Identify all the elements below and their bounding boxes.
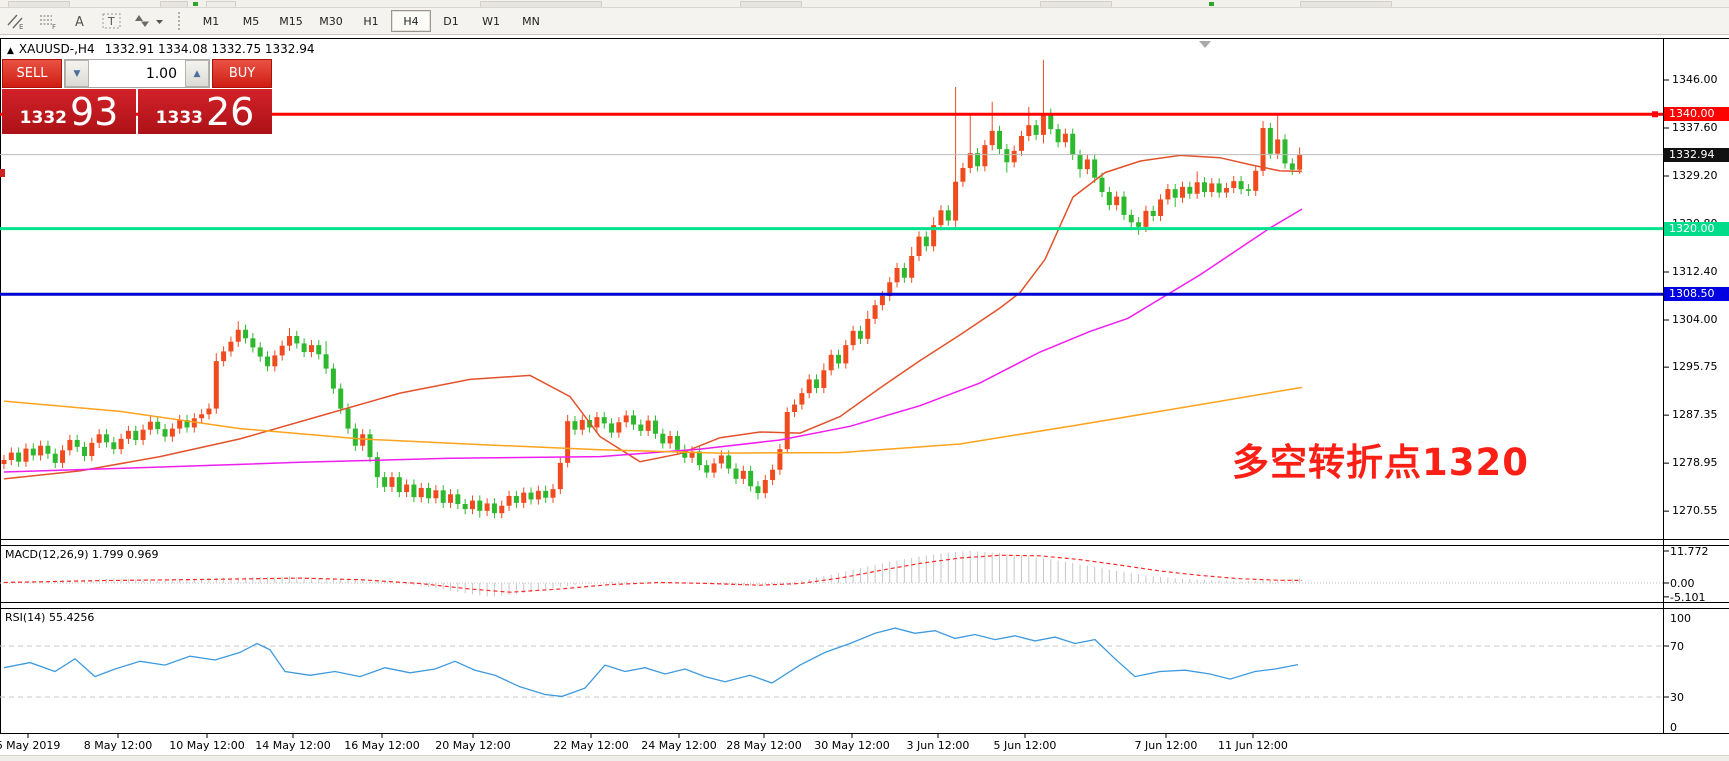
equidistant-channel-button[interactable]: E bbox=[1, 10, 31, 32]
drawing-toolbar: E F A T bbox=[0, 8, 1729, 35]
rsi-axis-label: 100 bbox=[1670, 612, 1691, 625]
svg-text:A: A bbox=[75, 15, 84, 30]
ask-quote[interactable]: 1333 26 bbox=[138, 89, 272, 134]
fibonacci-icon: F bbox=[38, 12, 58, 30]
mt4-window: E F A T bbox=[0, 0, 1729, 761]
ohlc-values: 1332.91 1334.08 1332.75 1332.94 bbox=[105, 42, 315, 56]
timeframe-button-h1[interactable]: H1 bbox=[351, 10, 391, 32]
date-label: 16 May 12:00 bbox=[337, 739, 427, 752]
date-label: 10 May 12:00 bbox=[162, 739, 252, 752]
sell-button[interactable]: SELL bbox=[2, 59, 62, 88]
clipped-button bbox=[160, 1, 188, 7]
ask-price-big: 26 bbox=[206, 93, 254, 131]
date-label: 20 May 12:00 bbox=[428, 739, 518, 752]
date-label: 8 May 12:00 bbox=[73, 739, 163, 752]
timeframe-button-h4[interactable]: H4 bbox=[391, 10, 431, 32]
date-label: 14 May 12:00 bbox=[248, 739, 338, 752]
chart-annotation-text: 多空转折点1320 bbox=[1232, 432, 1529, 486]
price-line-label: 1308.50 bbox=[1664, 287, 1729, 301]
volume-field[interactable]: 1.00 bbox=[89, 60, 185, 87]
price-tick-label: 1312.40 bbox=[1672, 265, 1718, 278]
timeframe-button-m15[interactable]: M15 bbox=[271, 10, 311, 32]
macd-axis-label: 11.772 bbox=[1670, 545, 1709, 558]
svg-text:F: F bbox=[52, 23, 56, 30]
ask-price-small: 1333 bbox=[156, 110, 203, 131]
price-line-label: 1340.00 bbox=[1664, 107, 1729, 121]
date-label: 5 Jun 12:00 bbox=[980, 739, 1070, 752]
clipped-toolbar-strip bbox=[0, 0, 1729, 8]
timeframe-button-m5[interactable]: M5 bbox=[231, 10, 271, 32]
date-label: 24 May 12:00 bbox=[634, 739, 724, 752]
text-label-icon: T bbox=[101, 12, 123, 30]
clipped-button bbox=[8, 1, 70, 7]
price-tick-label: 1329.20 bbox=[1672, 169, 1718, 182]
symbol-period-label: XAUUSD-,H4 bbox=[19, 42, 95, 56]
window-bottom-edge bbox=[0, 755, 1729, 761]
clipped-field bbox=[1300, 1, 1392, 7]
volume-decrease-button[interactable]: ▼ bbox=[65, 60, 89, 87]
price-line-label: 1320.00 bbox=[1664, 222, 1729, 236]
date-label: 22 May 12:00 bbox=[546, 739, 636, 752]
price-tick-label: 1304.00 bbox=[1672, 313, 1718, 326]
price-tick-label: 1270.55 bbox=[1672, 504, 1718, 517]
collapse-icon[interactable]: ▲ bbox=[7, 46, 14, 56]
date-label: 11 Jun 12:00 bbox=[1208, 739, 1298, 752]
volume-stepper: ▼ 1.00 ▲ bbox=[64, 59, 210, 88]
price-tick-label: 1278.95 bbox=[1672, 456, 1718, 469]
svg-text:T: T bbox=[107, 15, 115, 28]
clipped-button bbox=[206, 1, 236, 7]
timeframe-bar: M1M5M15M30H1H4D1W1MN bbox=[191, 10, 551, 32]
bid-quote[interactable]: 1332 93 bbox=[2, 89, 136, 134]
macd-axis-label: 0.00 bbox=[1670, 577, 1695, 590]
fibonacci-button[interactable]: F bbox=[33, 10, 63, 32]
rsi-axis-label: 0 bbox=[1670, 721, 1677, 734]
text-button[interactable]: A bbox=[65, 10, 95, 32]
date-label: 3 Jun 12:00 bbox=[893, 739, 983, 752]
bid-price-big: 93 bbox=[70, 93, 118, 131]
chart-title: ▲ XAUUSD-,H4 1332.91 1334.08 1332.75 1332.… bbox=[7, 42, 315, 56]
one-click-trading-panel: SELL ▼ 1.00 ▲ BUY 1332 93 1333 26 bbox=[2, 59, 272, 134]
rsi-axis-label: 70 bbox=[1670, 640, 1684, 653]
arrow-tools-button[interactable] bbox=[129, 10, 169, 32]
rsi-axis-label: 30 bbox=[1670, 691, 1684, 704]
macd-label: MACD(12,26,9) 1.799 0.969 bbox=[5, 548, 159, 561]
macd-axis-label: -5.101 bbox=[1670, 591, 1705, 604]
timeframe-button-m1[interactable]: M1 bbox=[191, 10, 231, 32]
date-label: 30 May 12:00 bbox=[807, 739, 897, 752]
price-line-label: 1332.94 bbox=[1664, 148, 1729, 162]
rsi-label: RSI(14) 55.4256 bbox=[5, 611, 94, 624]
clipped-button bbox=[740, 1, 802, 7]
clipped-indicator-green bbox=[193, 2, 198, 6]
timeframe-button-d1[interactable]: D1 bbox=[431, 10, 471, 32]
timeframe-button-w1[interactable]: W1 bbox=[471, 10, 511, 32]
chart-graphics bbox=[0, 38, 1729, 761]
buy-button[interactable]: BUY bbox=[212, 59, 272, 88]
clipped-field bbox=[480, 1, 602, 7]
clipped-indicator-green bbox=[1209, 2, 1214, 6]
timeframe-button-m30[interactable]: M30 bbox=[311, 10, 351, 32]
price-tick-label: 1295.75 bbox=[1672, 360, 1718, 373]
timeframe-button-mn[interactable]: MN bbox=[511, 10, 551, 32]
price-tick-label: 1287.35 bbox=[1672, 408, 1718, 421]
svg-text:E: E bbox=[19, 23, 23, 30]
price-tick-label: 1337.60 bbox=[1672, 121, 1718, 134]
chart-canvas[interactable] bbox=[0, 38, 1729, 761]
bid-price-small: 1332 bbox=[20, 110, 67, 131]
arrow-tools-icon bbox=[132, 12, 166, 30]
text-icon: A bbox=[70, 12, 90, 30]
date-label: 7 Jun 12:00 bbox=[1121, 739, 1211, 752]
equidistant-channel-icon: E bbox=[6, 12, 26, 30]
date-label: 6 May 2019 bbox=[0, 739, 73, 752]
volume-increase-button[interactable]: ▲ bbox=[185, 60, 209, 87]
toolbar-grip[interactable] bbox=[178, 12, 187, 30]
clipped-button bbox=[1040, 1, 1112, 7]
text-label-button[interactable]: T bbox=[97, 10, 127, 32]
price-tick-label: 1346.00 bbox=[1672, 73, 1718, 86]
date-label: 28 May 12:00 bbox=[719, 739, 809, 752]
